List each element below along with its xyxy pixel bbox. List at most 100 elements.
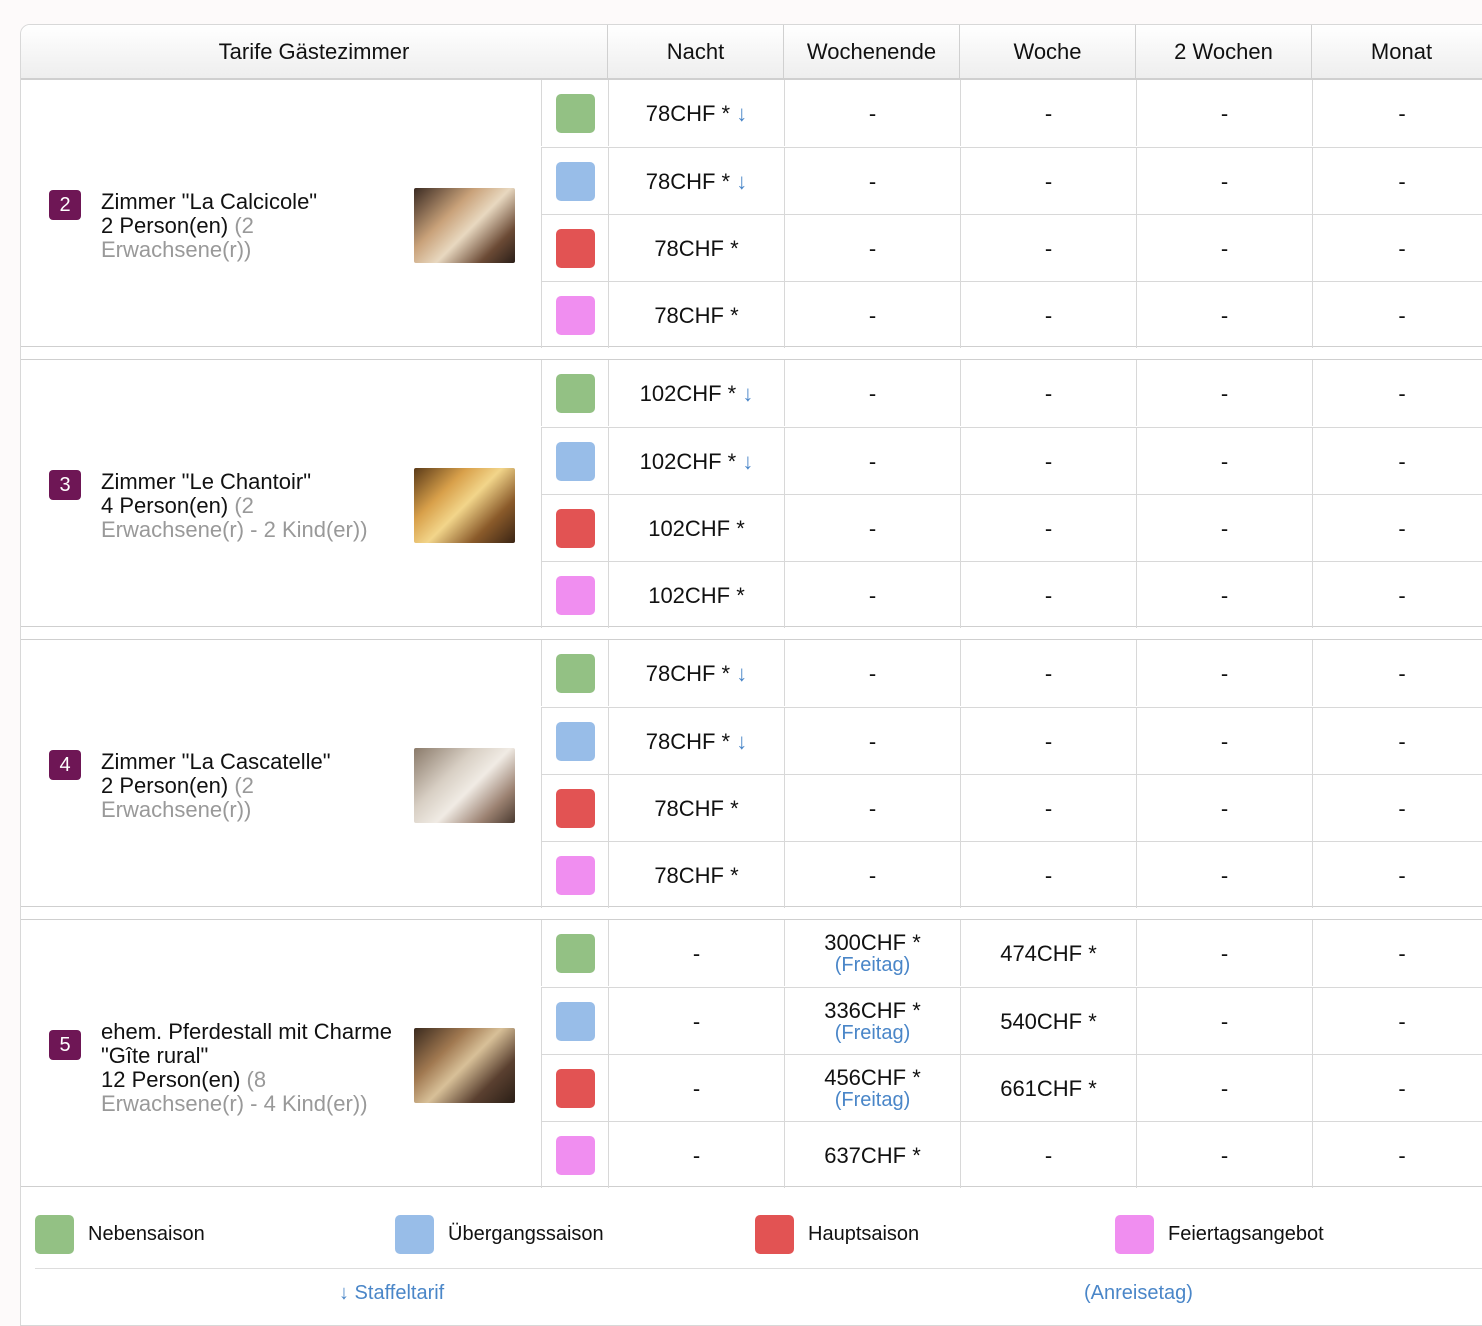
legend: Nebensaison Übergangssaison Hauptsaison … bbox=[21, 1200, 1482, 1325]
price-woche: - bbox=[960, 428, 1136, 494]
room-info: 5 ehem. Pferdestall mit Charme "Gîte rura… bbox=[21, 920, 541, 1186]
price-value: - bbox=[868, 515, 877, 541]
room-thumbnail[interactable] bbox=[414, 1028, 515, 1103]
price-monat: - bbox=[1312, 988, 1482, 1054]
season-cell bbox=[541, 282, 608, 348]
season-swatch-nebensaison bbox=[555, 93, 595, 133]
price-value: - bbox=[868, 168, 877, 194]
season-swatch-uebergangssaison bbox=[555, 1001, 595, 1041]
price-wochenende: - bbox=[784, 842, 960, 908]
price-nacht: 102CHF * bbox=[608, 495, 784, 561]
price-value: 78CHF * bbox=[645, 660, 731, 686]
season-swatch-uebergangssaison bbox=[555, 721, 595, 761]
room-number-badge: 5 bbox=[49, 1030, 81, 1060]
rate-row-uebergangssaison: 102CHF * ↓ - - - - bbox=[541, 427, 1482, 494]
header-col-monat: Monat bbox=[1370, 39, 1433, 64]
price-nacht: - bbox=[608, 920, 784, 986]
price-woche: - bbox=[960, 640, 1136, 706]
legend-divider bbox=[35, 1268, 1482, 1269]
price-2wochen: - bbox=[1136, 428, 1312, 494]
room-block: 3 Zimmer "Le Chantoir" 4 Person(en) (2 Erwa… bbox=[21, 359, 1482, 628]
room-thumbnail[interactable] bbox=[414, 468, 515, 543]
header-col-nacht: Nacht bbox=[608, 25, 784, 78]
price-value: 78CHF * bbox=[654, 795, 739, 821]
room-info: 4 Zimmer "La Cascatelle" 2 Person(en) (2 Er… bbox=[21, 640, 541, 906]
header-title: Tarife Gästezimmer bbox=[21, 25, 608, 78]
legend-label: Nebensaison bbox=[88, 1222, 205, 1245]
room-thumbnail[interactable] bbox=[414, 188, 515, 263]
rate-row-hauptsaison: -456CHF * (Freitag) 661CHF * - - bbox=[541, 1054, 1482, 1121]
staffeltarif-arrow-icon: ↓ bbox=[742, 380, 754, 406]
price-nacht: 78CHF * ↓ bbox=[608, 708, 784, 774]
price-2wochen: - bbox=[1136, 148, 1312, 214]
price-monat: - bbox=[1312, 708, 1482, 774]
legend-item-hauptsaison: Hauptsaison bbox=[755, 1214, 919, 1254]
price-2wochen: - bbox=[1136, 495, 1312, 561]
legend-swatch-uebergangssaison bbox=[395, 1214, 434, 1254]
season-cell bbox=[541, 640, 608, 706]
price-2wochen: - bbox=[1136, 988, 1312, 1054]
room-number-badge: 2 bbox=[49, 190, 81, 220]
legend-swatch-feiertagsangebot bbox=[1115, 1214, 1154, 1254]
price-woche: 661CHF * bbox=[960, 1055, 1136, 1121]
price-value: - bbox=[868, 862, 877, 888]
price-value: - bbox=[868, 660, 877, 686]
room-persons: 12 Person(en) bbox=[101, 1067, 241, 1092]
price-2wochen: - bbox=[1136, 282, 1312, 348]
price-monat: - bbox=[1312, 562, 1482, 628]
room-persons: 4 Person(en) bbox=[101, 493, 229, 518]
room-name[interactable]: Zimmer "La Calcicole" bbox=[101, 190, 401, 214]
room-name[interactable]: ehem. Pferdestall mit Charme "Gîte rural… bbox=[101, 1020, 401, 1068]
rate-row-nebensaison: 78CHF * ↓ - - - - bbox=[541, 640, 1482, 707]
season-cell bbox=[541, 1122, 608, 1188]
price-wochenende: - bbox=[784, 562, 960, 628]
price-woche: - bbox=[960, 360, 1136, 426]
season-swatch-nebensaison bbox=[555, 933, 595, 973]
price-2wochen: - bbox=[1136, 708, 1312, 774]
price-woche: - bbox=[960, 562, 1136, 628]
price-value: 78CHF * bbox=[645, 728, 731, 754]
legend-label: Hauptsaison bbox=[808, 1222, 920, 1245]
legend-label: Feiertagsangebot bbox=[1168, 1222, 1324, 1245]
price-nacht: 78CHF * bbox=[608, 775, 784, 841]
price-woche: - bbox=[960, 842, 1136, 908]
season-cell bbox=[541, 1055, 608, 1121]
price-wochenende: 336CHF * (Freitag) bbox=[784, 988, 960, 1054]
price-woche: - bbox=[960, 708, 1136, 774]
price-value: 637CHF * bbox=[824, 1142, 921, 1168]
staffeltarif-arrow-icon: ↓ bbox=[736, 168, 748, 194]
price-woche: - bbox=[960, 282, 1136, 348]
room-persons-detail-open: (2 bbox=[234, 213, 254, 238]
room-capacity: 2 Person(en) (2 bbox=[101, 214, 401, 238]
price-nacht: 78CHF * bbox=[608, 842, 784, 908]
legend-label: Übergangssaison bbox=[448, 1222, 604, 1245]
price-wochenende: 456CHF * (Freitag) bbox=[784, 1055, 960, 1121]
season-swatch-uebergangssaison bbox=[555, 441, 595, 481]
price-nacht: - bbox=[608, 988, 784, 1054]
season-cell bbox=[541, 80, 608, 146]
legend-swatch-nebensaison bbox=[35, 1214, 74, 1254]
rate-row-uebergangssaison: 78CHF * ↓ - - - - bbox=[541, 707, 1482, 774]
season-swatch-hauptsaison bbox=[555, 508, 595, 548]
season-cell bbox=[541, 495, 608, 561]
room-name[interactable]: Zimmer "Le Chantoir" bbox=[101, 470, 401, 494]
price-value: - bbox=[692, 1075, 701, 1101]
price-2wochen: - bbox=[1136, 640, 1312, 706]
price-value: 78CHF * bbox=[645, 100, 731, 126]
header-col-woche: Woche bbox=[960, 25, 1136, 78]
price-wochenende: 637CHF * bbox=[784, 1122, 960, 1188]
season-swatch-feiertagsangebot bbox=[555, 295, 595, 335]
price-value: - bbox=[868, 380, 877, 406]
price-monat: - bbox=[1312, 920, 1482, 986]
price-woche: 474CHF * bbox=[960, 920, 1136, 986]
room-capacity: 12 Person(en) (8 bbox=[101, 1068, 401, 1092]
room-name[interactable]: Zimmer "La Cascatelle" bbox=[101, 750, 401, 774]
price-wochenende: - bbox=[784, 708, 960, 774]
staffeltarif-note: ↓ Staffeltarif bbox=[339, 1282, 445, 1304]
price-2wochen: - bbox=[1136, 775, 1312, 841]
price-wochenende: - bbox=[784, 775, 960, 841]
price-nacht: 78CHF * ↓ bbox=[608, 640, 784, 706]
legend-item-feiertagsangebot: Feiertagsangebot bbox=[1115, 1214, 1324, 1254]
rate-row-feiertagsangebot: 102CHF * - - - - bbox=[541, 561, 1482, 628]
room-thumbnail[interactable] bbox=[414, 748, 515, 823]
